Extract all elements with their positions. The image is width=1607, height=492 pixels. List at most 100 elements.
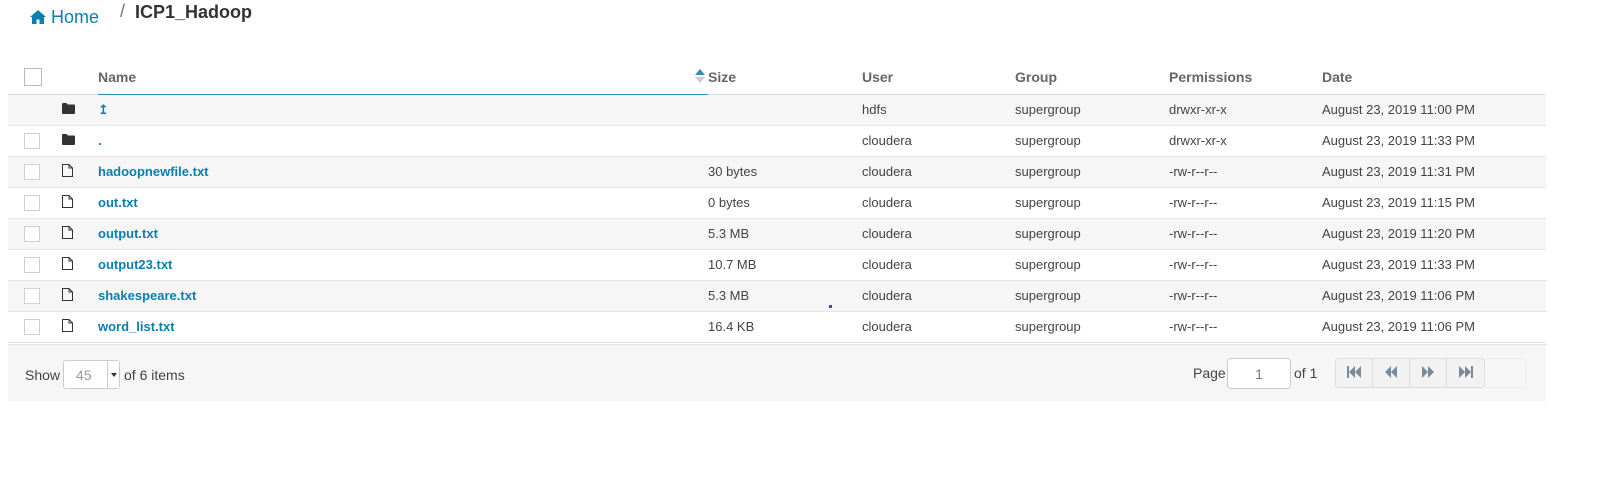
row-date: August 23, 2019 11:33 PM [1322,249,1546,281]
row-size: 5.3 MB [708,218,862,250]
previous-page-icon [1384,365,1398,381]
table-row[interactable]: output.txt 5.3 MB cloudera supergroup -rw-r-… [8,218,1546,250]
file-icon [62,225,98,242]
table-row[interactable]: hadoopnewfile.txt 30 bytes cloudera supergr… [8,156,1546,188]
row-icon-cell [56,125,98,157]
row-checkbox[interactable] [24,132,40,149]
permissions-column-header[interactable]: Permissions [1169,60,1322,95]
chevron-down-icon [107,361,119,388]
file-name-link[interactable]: ↥ [98,102,109,117]
row-user: cloudera [862,311,1015,343]
row-icon-cell [56,218,98,250]
row-checkbox[interactable] [24,163,40,180]
home-label: Home [51,6,100,27]
name-header-label: Name [98,68,137,85]
row-permissions: -rw-r--r-- [1169,218,1322,250]
row-date: August 23, 2019 11:15 PM [1322,187,1546,219]
next-page-button[interactable] [1410,359,1447,387]
row-user: hdfs [862,94,1015,126]
folder-icon [62,102,98,117]
file-table-container: Name Size User Group Permissions Date ↥ h… [8,60,1546,343]
file-name-link[interactable]: shakespeare.txt [98,288,196,303]
page-size-select[interactable]: 45 [63,360,120,389]
previous-page-button[interactable] [1373,359,1410,387]
pager-spacer [1486,358,1526,388]
first-page-icon [1347,365,1361,381]
row-checkbox[interactable] [24,318,40,335]
table-row[interactable]: out.txt 0 bytes cloudera supergroup -rw-r--r… [8,187,1546,219]
date-column-header[interactable]: Date [1322,60,1546,95]
table-body: ↥ hdfs supergroup drwxr-xr-x August 23, 2019… [8,94,1546,343]
file-icon [62,163,98,180]
row-group: supergroup [1015,156,1169,188]
folder-icon [62,133,98,148]
row-checkbox[interactable] [24,287,40,304]
row-checkbox-cell [8,125,56,157]
row-icon-cell [56,249,98,281]
file-name-link[interactable]: . [98,133,102,148]
last-page-icon [1458,365,1473,381]
row-date: August 23, 2019 11:06 PM [1322,280,1546,312]
page-number-input[interactable]: 1 [1227,358,1291,389]
row-user: cloudera [862,156,1015,188]
row-permissions: drwxr-xr-x [1169,94,1322,126]
page-label: Page [1193,365,1226,381]
row-name-cell: out.txt [98,187,708,219]
row-group: supergroup [1015,311,1169,343]
row-user: cloudera [862,218,1015,250]
row-name-cell: . [98,125,708,157]
row-permissions: -rw-r--r-- [1169,187,1322,219]
row-size: 10.7 MB [708,249,862,281]
row-checkbox[interactable] [24,194,40,211]
row-user: cloudera [862,249,1015,281]
row-permissions: -rw-r--r-- [1169,280,1322,312]
breadcrumb-home-link[interactable]: Home [30,7,99,28]
row-checkbox-cell [8,280,56,312]
table-row[interactable]: ↥ hdfs supergroup drwxr-xr-x August 23, 2019… [8,94,1546,126]
pagination-controls [1335,358,1485,388]
group-header-label: Group [1015,68,1057,85]
table-footer: Show 45 of 6 items Page 1 of 1 [8,344,1546,401]
last-page-button[interactable] [1447,359,1484,387]
row-name-cell: word_list.txt [98,311,708,343]
page-total-label: of 1 [1294,365,1318,381]
file-name-link[interactable]: output.txt [98,226,158,241]
row-size: 30 bytes [708,156,862,188]
file-name-link[interactable]: word_list.txt [98,319,175,334]
file-icon [62,256,98,273]
row-checkbox-cell [8,311,56,343]
row-group: supergroup [1015,218,1169,250]
group-column-header[interactable]: Group [1015,60,1169,95]
row-user: cloudera [862,187,1015,219]
user-column-header[interactable]: User [862,60,1015,95]
row-size: 5.3 MB [708,280,862,312]
page-size-value: 45 [76,367,92,383]
file-name-link[interactable]: out.txt [98,195,138,210]
row-checkbox[interactable] [24,256,40,273]
breadcrumb: Home [30,4,99,30]
file-name-link[interactable]: output23.txt [98,257,172,272]
row-group: supergroup [1015,187,1169,219]
size-column-header[interactable]: Size [708,60,862,95]
file-name-link[interactable]: hadoopnewfile.txt [98,164,209,179]
row-group: supergroup [1015,94,1169,126]
name-column-header[interactable]: Name [98,60,708,95]
icon-header [56,60,98,95]
table-row[interactable]: output23.txt 10.7 MB cloudera supergroup -rw… [8,249,1546,281]
row-checkbox[interactable] [24,225,40,242]
table-row[interactable]: shakespeare.txt 5.3 MB cloudera supergroup -… [8,280,1546,312]
row-permissions: drwxr-xr-x [1169,125,1322,157]
table-row[interactable]: word_list.txt 16.4 KB cloudera supergroup -r… [8,311,1546,343]
row-group: supergroup [1015,125,1169,157]
row-permissions: -rw-r--r-- [1169,311,1322,343]
row-permissions: -rw-r--r-- [1169,156,1322,188]
table-header-row: Name Size User Group Permissions Date [8,60,1546,95]
first-page-button[interactable] [1336,359,1373,387]
table-row[interactable]: . cloudera supergroup drwxr-xr-x August 23, … [8,125,1546,157]
next-page-icon [1421,365,1435,381]
select-all-cell [8,60,56,95]
select-all-checkbox[interactable] [24,67,42,86]
permissions-header-label: Permissions [1169,68,1253,85]
row-group: supergroup [1015,249,1169,281]
row-icon-cell [56,187,98,219]
